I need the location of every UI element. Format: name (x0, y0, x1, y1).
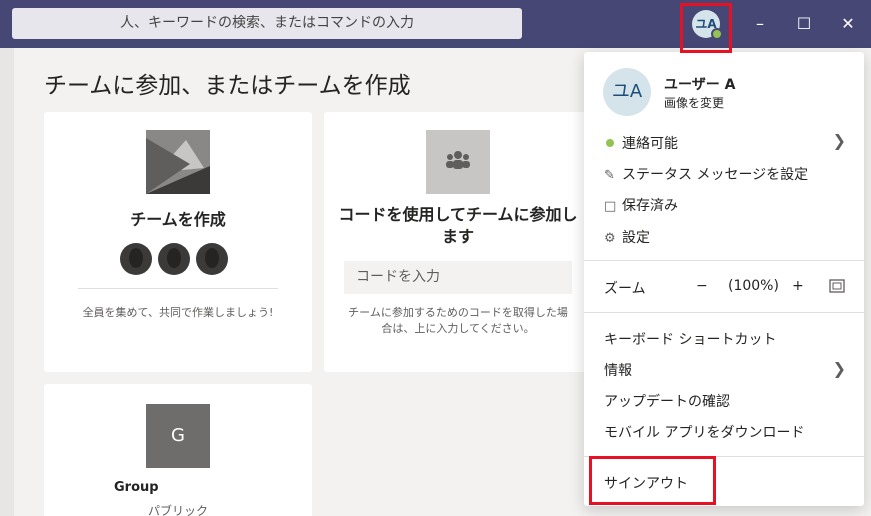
maximize-icon[interactable]: ☐ (792, 12, 816, 36)
avatar (158, 243, 190, 275)
avatar-highlight-box (680, 3, 732, 53)
divider (584, 312, 864, 313)
close-icon[interactable]: ✕ (836, 12, 860, 36)
minimize-icon[interactable]: – (748, 12, 772, 36)
page-title: チームに参加、またはチームを作成 (44, 73, 411, 99)
team-image-icon (146, 130, 210, 194)
set-status-message-label: ステータス メッセージを設定 (622, 167, 809, 183)
gear-icon: ⚙ (604, 231, 616, 246)
zoom-label: ズーム (604, 281, 646, 297)
bookmark-icon: □ (604, 199, 617, 214)
team-people-icon (426, 130, 490, 194)
profile-menu: ユA ユーザー A 画像を変更 連絡可能 ❯ ✎ ステータス メッセージを設定 □… (584, 52, 864, 506)
team-code-input[interactable]: コードを入力 (344, 261, 572, 294)
divider (584, 260, 864, 261)
check-updates-item[interactable]: アップデートの確認 (604, 391, 730, 411)
zoom-in-button[interactable]: + (792, 278, 804, 294)
download-mobile-app-item[interactable]: モバイル アプリをダウンロード (604, 422, 804, 442)
presence-available-icon (606, 139, 614, 147)
chevron-right-icon: ❯ (832, 131, 846, 150)
change-picture-link[interactable]: 画像を変更 (664, 94, 724, 111)
chevron-right-icon: ❯ (832, 359, 846, 378)
zoom-out-button[interactable]: − (696, 278, 708, 294)
avatar (120, 243, 152, 275)
about-item[interactable]: 情報 (604, 360, 632, 380)
create-team-card[interactable]: チームを作成 全員を集めて、共同で作業しましょう! (44, 112, 312, 372)
member-avatars (120, 243, 228, 275)
create-team-description: 全員を集めて、共同で作業しましょう! (82, 306, 274, 319)
team-avatar: G (146, 404, 210, 468)
status-available-item[interactable]: 連絡可能 (604, 133, 678, 153)
set-status-message-item[interactable]: ✎ ステータス メッセージを設定 (604, 164, 808, 184)
join-team-title: コードを使用してチームに参加します (338, 205, 578, 246)
join-team-description: チームに参加するためのコードを取得した場合は、上に入力してください。 (348, 306, 568, 335)
search-input[interactable]: 人、キーワードの検索、またはコマンドの入力 (12, 8, 522, 39)
settings-label: 設定 (622, 230, 650, 246)
team-visibility: パブリック (148, 504, 209, 516)
saved-label: 保存済み (622, 198, 678, 214)
edit-icon: ✎ (604, 168, 615, 183)
sign-out-highlight-box (589, 456, 716, 505)
settings-item[interactable]: ⚙ 設定 (604, 227, 650, 247)
status-label: 連絡可能 (622, 136, 678, 152)
user-name: ユーザー A (664, 77, 736, 93)
group-team-card[interactable]: G Group パブリック (44, 384, 312, 516)
avatar (196, 243, 228, 275)
create-team-title: チームを作成 (130, 210, 226, 229)
fullscreen-icon[interactable] (829, 279, 845, 297)
team-name: Group (114, 480, 159, 495)
join-team-card: コードを使用してチームに参加します コードを入力 チームに参加するためのコードを… (324, 112, 592, 372)
avatar[interactable]: ユA (603, 68, 651, 116)
divider (78, 288, 278, 289)
keyboard-shortcuts-item[interactable]: キーボード ショートカット (604, 329, 776, 349)
left-rail (0, 48, 14, 516)
saved-item[interactable]: □ 保存済み (604, 195, 678, 215)
zoom-level: (100%) (728, 278, 779, 294)
